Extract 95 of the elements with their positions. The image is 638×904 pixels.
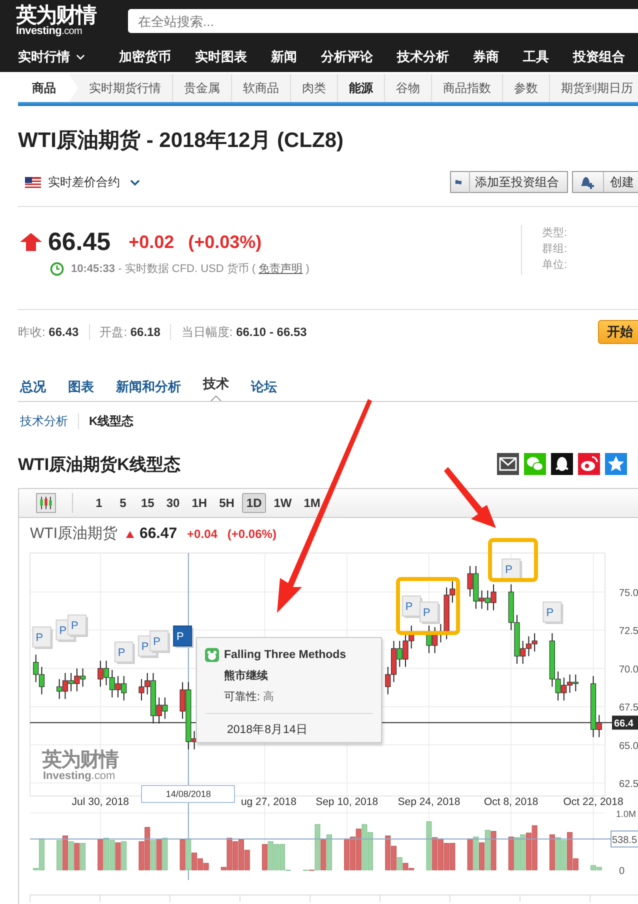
stat-item: 当日幅度: 66.10 - 66.53 [181, 324, 307, 340]
site-logo[interactable]: 英为财情 Investing.com [16, 5, 116, 37]
subtab[interactable]: K线型态 [89, 412, 134, 430]
pattern-marker[interactable]: P [114, 642, 135, 664]
axis-label: Sep 10, 2018 [316, 796, 378, 808]
pattern-marker[interactable]: P [150, 630, 170, 653]
interval-button[interactable]: 1D [242, 493, 266, 513]
axis-label: 0 [619, 866, 625, 877]
axis-label: Sep 24, 2018 [398, 796, 460, 808]
penguin-icon[interactable] [551, 453, 573, 475]
detail-label: 群组: [542, 242, 568, 257]
tab[interactable]: 总况 [18, 372, 48, 401]
eye-icon[interactable] [578, 453, 600, 475]
disclaimer-link[interactable]: 免责声明 [258, 263, 303, 275]
chart-logo: 英为财情 Investing.com [42, 749, 118, 782]
axis-label: 75.0 [619, 588, 638, 599]
tab[interactable]: 新闻和分析 [114, 372, 183, 401]
interval-button[interactable]: 30 [162, 493, 184, 513]
nav-item[interactable]: 新闻 [271, 48, 297, 66]
envelope-icon[interactable] [497, 453, 519, 475]
flag-icon [25, 176, 41, 188]
pattern-signal: 熊市继续 [224, 668, 269, 683]
pattern-marker[interactable]: P [67, 614, 88, 637]
nav-item[interactable]: 投资组合 [573, 48, 625, 66]
reliability-text: 可靠性: 高 [224, 690, 276, 704]
caret-icon [210, 395, 222, 401]
highlight-box [488, 538, 538, 582]
trade-button[interactable]: 开始 [598, 320, 638, 344]
interval-button[interactable]: 5H [215, 493, 238, 513]
detail-label: 类型: [542, 226, 568, 241]
subtab[interactable]: 技术分析 [20, 412, 68, 430]
crosshair-date-label: 14/08/2018 [141, 785, 236, 803]
interval-button[interactable]: 5 [113, 493, 133, 513]
chart-change: +0.04 [187, 527, 218, 541]
search-field[interactable]: 在全站搜索... [128, 9, 638, 33]
nav-item[interactable]: 实时图表 [195, 48, 247, 66]
pattern-marker[interactable]: P [402, 596, 422, 618]
axis-label: 70.0 [619, 664, 638, 676]
interval-button[interactable]: 1 [89, 493, 109, 513]
price-change: +0.02 [128, 232, 174, 252]
bear-icon [205, 648, 219, 662]
price-tag: 66.4 [612, 716, 638, 730]
contract-dropdown[interactable]: 实时差价合约 [48, 174, 140, 190]
percent-change: (+0.03%) [188, 232, 262, 252]
stat-item: 开盘: 66.18 [100, 324, 160, 340]
nav-item[interactable]: 工具 [523, 48, 549, 66]
tooltip-title: Falling Three Methods [224, 649, 346, 661]
nav-item[interactable]: 实时行情 [18, 48, 85, 66]
pattern-marker[interactable]: P [32, 626, 53, 649]
volume-tag: 538.5 [610, 830, 638, 848]
pattern-marker[interactable]: P [542, 602, 564, 624]
axis-label: Oct 22, 2018 [563, 796, 624, 808]
tab[interactable]: 论坛 [249, 372, 279, 401]
axis-label: ug 27, 2018 [240, 796, 296, 808]
detail-label: 单位: [542, 258, 568, 273]
tab[interactable]: 图表 [66, 372, 96, 401]
pattern-marker[interactable]: P [419, 602, 440, 624]
category-link[interactable]: 商品 [18, 74, 78, 102]
chart-type-button[interactable] [36, 493, 56, 513]
section-title: WTI原油期货K线型态 [18, 454, 180, 476]
nav-item[interactable]: 技术分析 [397, 48, 449, 66]
interval-button[interactable]: 1W [270, 493, 296, 513]
axis-label: 62.5 [619, 779, 638, 790]
pattern-marker[interactable]: P [502, 558, 522, 581]
ref-line-label: 66.4 [614, 718, 634, 730]
axis-label: Jul 30, 2018 [72, 796, 130, 808]
interval-button[interactable]: 1H [188, 493, 212, 513]
axis-label: 67.5 [619, 702, 638, 714]
candlestick-icon [38, 495, 54, 511]
chevron-icon [130, 178, 140, 186]
last-price: 66.45 [48, 228, 111, 256]
annotation-arrow [444, 467, 496, 528]
interval-button[interactable]: 1M [300, 493, 324, 513]
axis-label: 72.5 [619, 626, 638, 638]
axis-label: 65.0 [619, 740, 638, 752]
chart-percent-change: (+0.06%) [227, 527, 276, 541]
quote-time-note: 10:45:33 - 实时数据 CFD. USD 货币 ( 免责声明 ) [71, 262, 310, 276]
highlight-box [396, 577, 460, 635]
chevron-icon [76, 54, 85, 60]
nav-item[interactable]: 分析评论 [321, 48, 373, 66]
stat-item: 昨收: 66.43 [18, 324, 79, 340]
nav-item[interactable]: 加密货币 [119, 48, 171, 66]
chart-price: 66.47 [140, 525, 178, 542]
action-button[interactable]: 添加至投资组合 [450, 171, 568, 193]
tab[interactable]: 技术 [201, 372, 231, 401]
axis-label: 1.0M [616, 809, 636, 819]
pattern-marker[interactable]: P [173, 626, 194, 648]
action-button[interactable]: 创建 [572, 171, 638, 193]
nav-item[interactable]: 券商 [473, 48, 499, 66]
axis-label: Oct 8, 2018 [484, 796, 538, 808]
tooltip-date: 2018年8月14日 [227, 722, 309, 737]
page-title: WTI原油期货 - 2018年12月 (CLZ8) [18, 128, 345, 154]
chart-instrument-name: WTI原油期货 [30, 524, 118, 543]
clock-icon [50, 262, 64, 276]
interval-button[interactable]: 15 [137, 493, 158, 513]
